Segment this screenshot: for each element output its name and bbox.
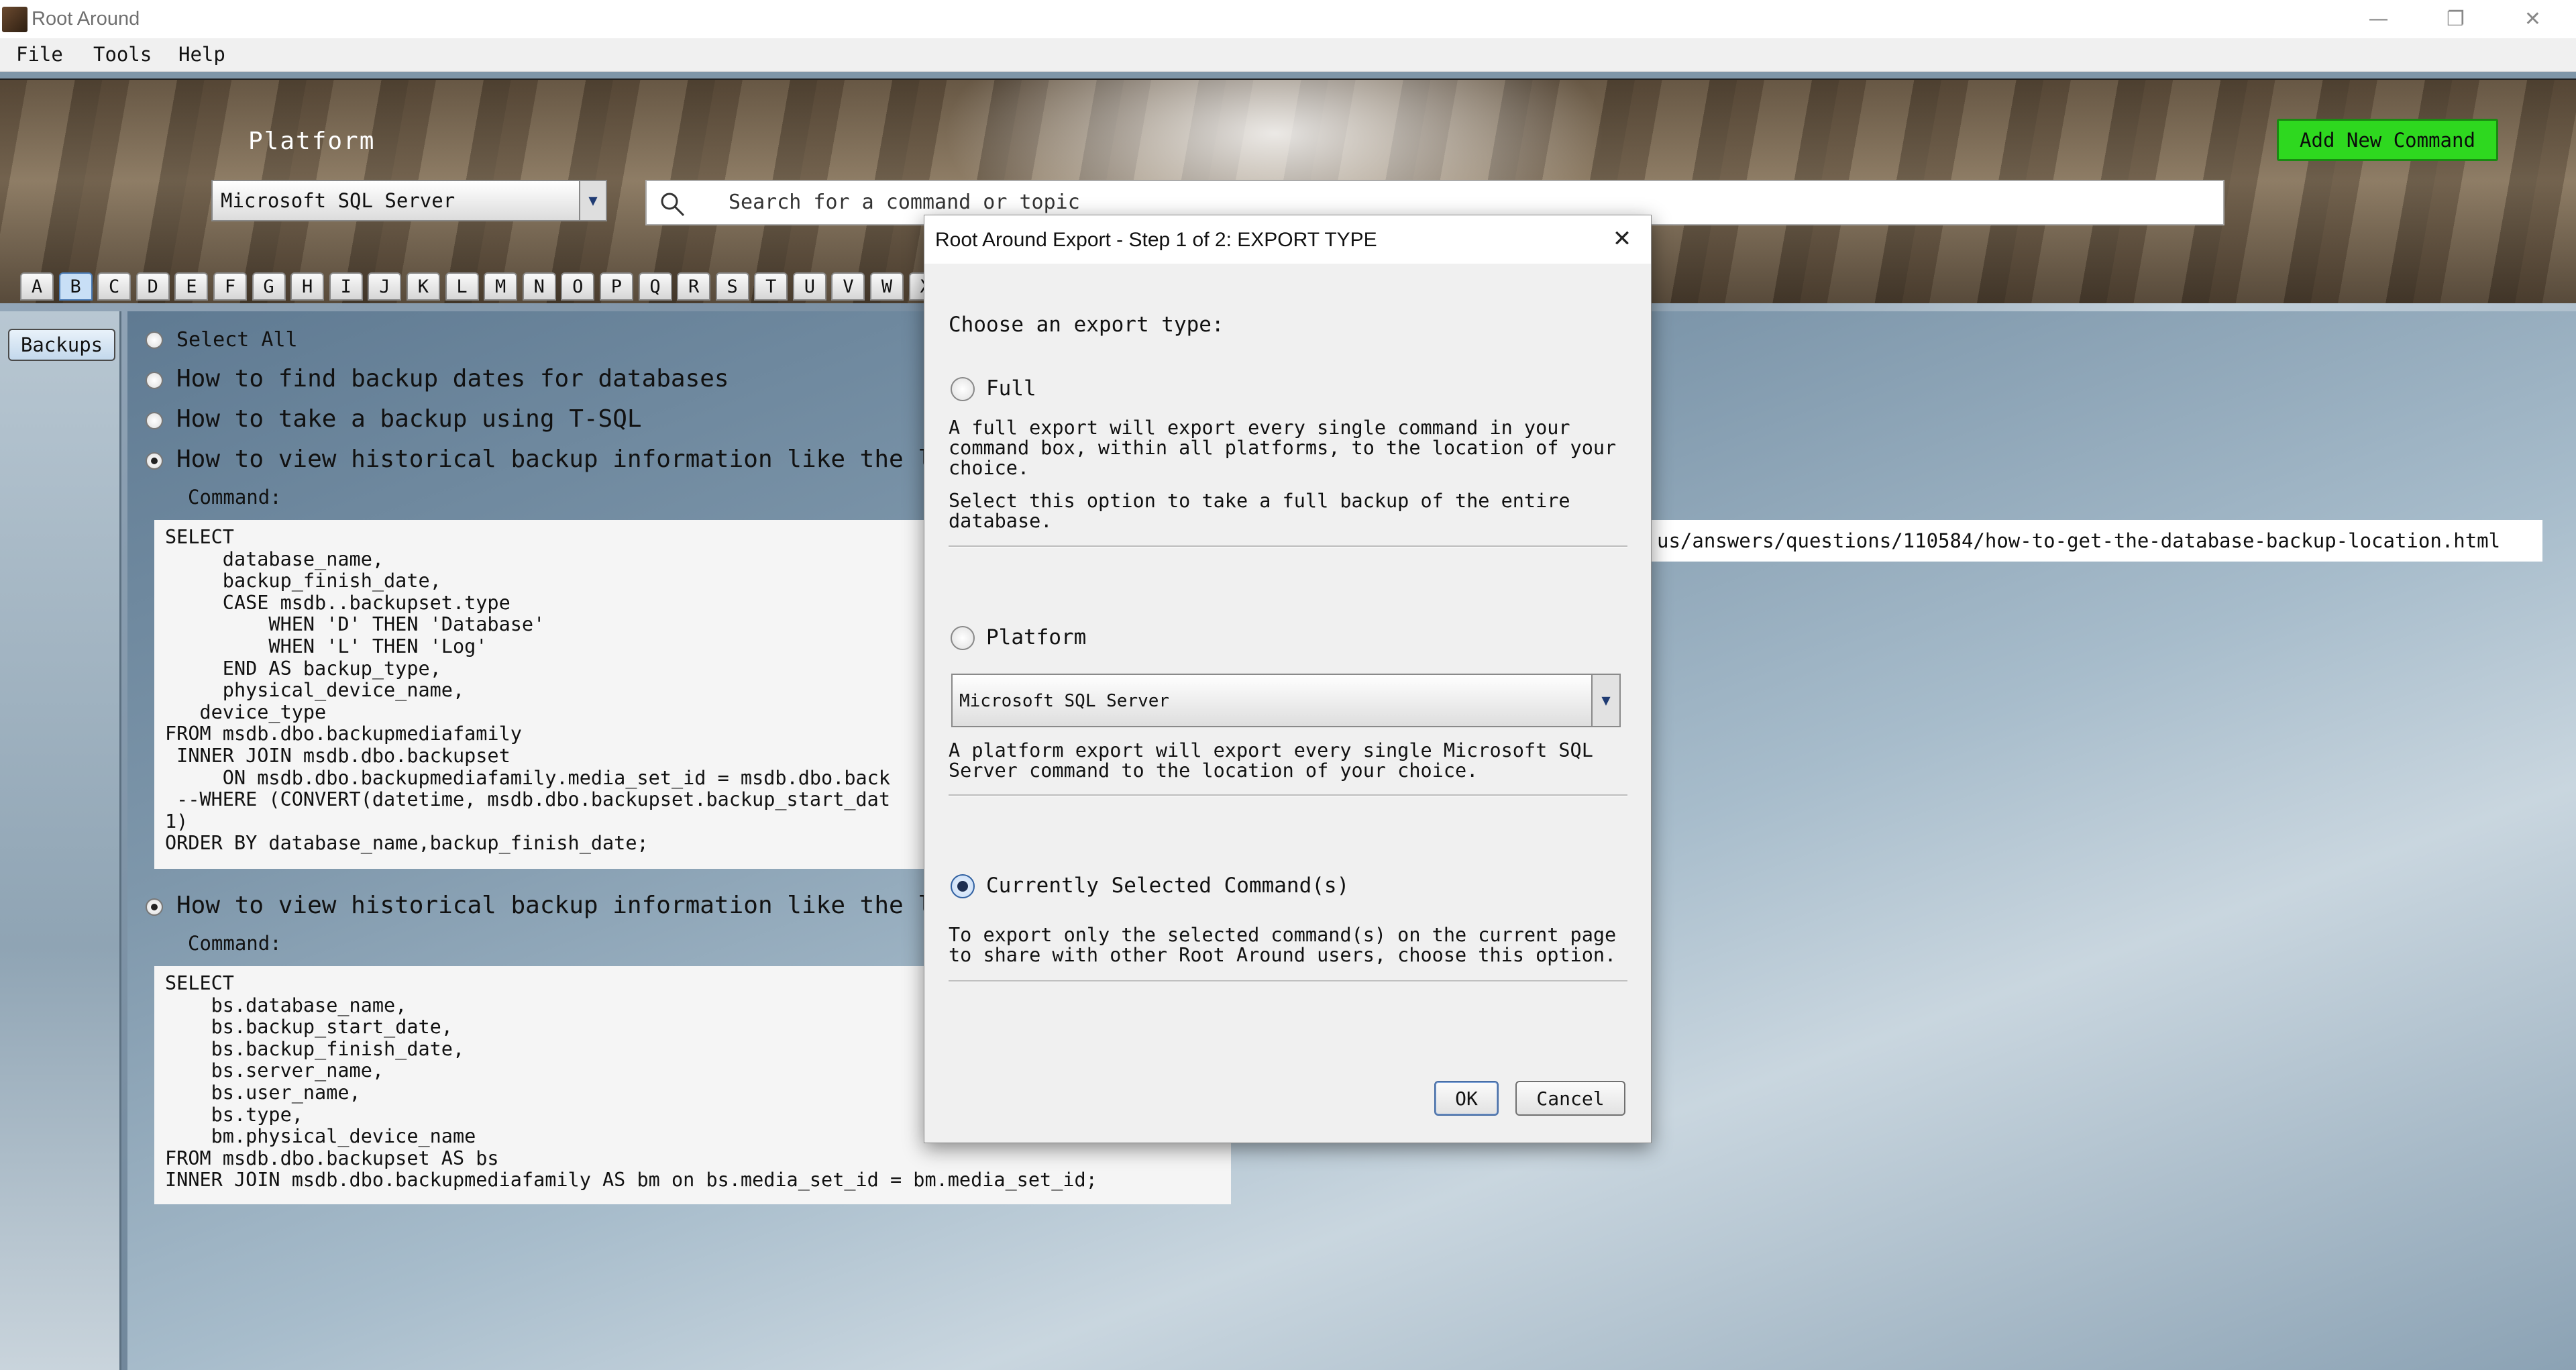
- export-dialog: Root Around Export - Step 1 of 2: EXPORT…: [924, 215, 1652, 1143]
- command-title[interactable]: How to view historical backup informatio…: [176, 445, 947, 473]
- code-line: ORDER BY database_name,backup_finish_dat…: [165, 832, 649, 855]
- window-title: Root Around: [32, 8, 140, 30]
- search-placeholder: Search for a command or topic: [729, 191, 1080, 214]
- full-export-note: Select this option to take a full backup…: [949, 490, 1570, 532]
- code-line: physical_device_name,: [165, 679, 465, 702]
- code-line: 1): [165, 810, 189, 833]
- dialog-titlebar: Root Around Export - Step 1 of 2: EXPORT…: [924, 215, 1651, 264]
- full-export-description: A full export will export every single c…: [949, 417, 1617, 479]
- full-export-radio[interactable]: [951, 377, 975, 401]
- letter-tab-g[interactable]: G: [252, 272, 286, 301]
- letter-tab-h[interactable]: H: [290, 272, 325, 301]
- window-titlebar: Root Around — ❐ ✕: [0, 0, 2576, 38]
- letter-tab-o[interactable]: O: [561, 272, 595, 301]
- code-line: FROM msdb.dbo.backupset AS bs: [165, 1147, 499, 1169]
- close-icon[interactable]: ✕: [1607, 223, 1638, 254]
- command-label: Command:: [188, 486, 282, 509]
- command-title[interactable]: How to take a backup using T-SQL: [176, 405, 642, 433]
- letter-tab-a[interactable]: A: [20, 272, 54, 301]
- letter-tab-l[interactable]: L: [445, 272, 479, 301]
- add-new-command-button[interactable]: Add New Command: [2277, 119, 2498, 161]
- code-line: database_name,: [165, 547, 384, 570]
- export-prompt: Choose an export type:: [949, 313, 1224, 337]
- chevron-down-icon[interactable]: ▼: [579, 181, 606, 220]
- category-tab-backups[interactable]: Backups: [8, 329, 115, 361]
- full-export-label[interactable]: Full: [986, 376, 1036, 401]
- menu-tools[interactable]: Tools: [87, 42, 158, 66]
- letter-tabs: ABCDEFGHIJKLMNOPQRSTUVWX: [20, 272, 947, 303]
- platform-export-label[interactable]: Platform: [986, 625, 1086, 649]
- code-line: INNER JOIN msdb.dbo.backupmediafamily AS…: [165, 1169, 1097, 1192]
- letter-tab-t[interactable]: T: [754, 272, 788, 301]
- letter-tab-p[interactable]: P: [599, 272, 633, 301]
- menu-help[interactable]: Help: [172, 42, 232, 66]
- command-radio[interactable]: [146, 452, 163, 470]
- dialog-title: Root Around Export - Step 1 of 2: EXPORT…: [935, 229, 1377, 251]
- export-platform-value: Microsoft SQL Server: [959, 691, 1170, 711]
- command-radio[interactable]: [146, 898, 163, 916]
- letter-tab-e[interactable]: E: [174, 272, 209, 301]
- cancel-button[interactable]: Cancel: [1515, 1081, 1625, 1116]
- menu-file[interactable]: File: [9, 42, 70, 66]
- letter-tab-f[interactable]: F: [213, 272, 247, 301]
- platform-select-value: Microsoft SQL Server: [221, 189, 455, 212]
- command-title[interactable]: How to view historical backup informatio…: [176, 892, 947, 919]
- command-radio[interactable]: [146, 412, 163, 429]
- selected-commands-label[interactable]: Currently Selected Command(s): [986, 874, 1349, 898]
- minimize-icon[interactable]: —: [2340, 0, 2417, 38]
- command-label: Command:: [188, 932, 282, 955]
- platform-export-description: A platform export will export every sing…: [949, 739, 1593, 782]
- letter-tab-k[interactable]: K: [406, 272, 440, 301]
- letter-tab-m[interactable]: M: [484, 272, 518, 301]
- platform-export-radio[interactable]: [951, 626, 975, 650]
- letter-tab-i[interactable]: I: [329, 272, 363, 301]
- letter-tab-b[interactable]: B: [58, 272, 93, 301]
- reference-url: us/answers/questions/110584/how-to-get-t…: [1657, 529, 2501, 552]
- divider: [949, 794, 1627, 796]
- menu-bar: File Tools Help: [0, 38, 2576, 72]
- command-title[interactable]: How to find backup dates for databases: [176, 365, 729, 392]
- search-icon: [661, 193, 685, 217]
- ok-button[interactable]: OK: [1434, 1081, 1499, 1116]
- code-block[interactable]: SELECT database_name, backup_finish_date…: [154, 520, 926, 869]
- chevron-down-icon[interactable]: ▼: [1591, 675, 1619, 726]
- select-all-label: Select All: [176, 328, 298, 352]
- reference-url-field[interactable]: us/answers/questions/110584/how-to-get-t…: [1610, 520, 2542, 562]
- letter-tab-v[interactable]: V: [831, 272, 865, 301]
- letter-tab-n[interactable]: N: [522, 272, 556, 301]
- code-line: FROM msdb.dbo.backupmediafamily: [165, 723, 522, 745]
- code-line: --WHERE (CONVERT(datetime, msdb.dbo.back…: [165, 788, 890, 811]
- letter-tab-r[interactable]: R: [677, 272, 711, 301]
- code-line: device_type: [165, 700, 327, 723]
- restore-icon[interactable]: ❐: [2417, 0, 2494, 38]
- code-line: CASE msdb..backupset.type: [165, 591, 511, 614]
- code-line: SELECT: [165, 526, 234, 548]
- select-all-radio[interactable]: [146, 331, 163, 349]
- letter-tab-w[interactable]: W: [870, 272, 904, 301]
- platform-heading: Platform: [248, 127, 376, 155]
- letter-tab-j[interactable]: J: [368, 272, 402, 301]
- letter-tab-d[interactable]: D: [136, 272, 170, 301]
- code-line: INNER JOIN msdb.dbo.backupset: [165, 744, 511, 767]
- code-line: WHEN 'L' THEN 'Log': [165, 635, 488, 657]
- command-radio[interactable]: [146, 372, 163, 389]
- code-line: backup_finish_date,: [165, 570, 441, 592]
- divider: [949, 545, 1627, 547]
- export-platform-select[interactable]: Microsoft SQL Server ▼: [951, 674, 1621, 727]
- selected-commands-radio[interactable]: [951, 874, 975, 898]
- selected-commands-description: To export only the selected command(s) o…: [949, 924, 1617, 966]
- category-sidebar: [0, 311, 121, 1370]
- letter-tab-q[interactable]: Q: [638, 272, 672, 301]
- letter-tab-s[interactable]: S: [715, 272, 749, 301]
- close-window-icon[interactable]: ✕: [2494, 0, 2571, 38]
- code-line: END AS backup_type,: [165, 657, 441, 680]
- letter-tab-u[interactable]: U: [792, 272, 826, 301]
- app-logo-icon: [2, 7, 28, 32]
- platform-select[interactable]: Microsoft SQL Server ▼: [211, 180, 607, 221]
- code-line: WHEN 'D' THEN 'Database': [165, 613, 545, 636]
- code-line: ON msdb.dbo.backupmediafamily.media_set_…: [165, 766, 890, 789]
- code-lines: SELECT database_name, backup_finish_date…: [165, 526, 926, 855]
- letter-tab-c[interactable]: C: [97, 272, 131, 301]
- divider: [949, 980, 1627, 982]
